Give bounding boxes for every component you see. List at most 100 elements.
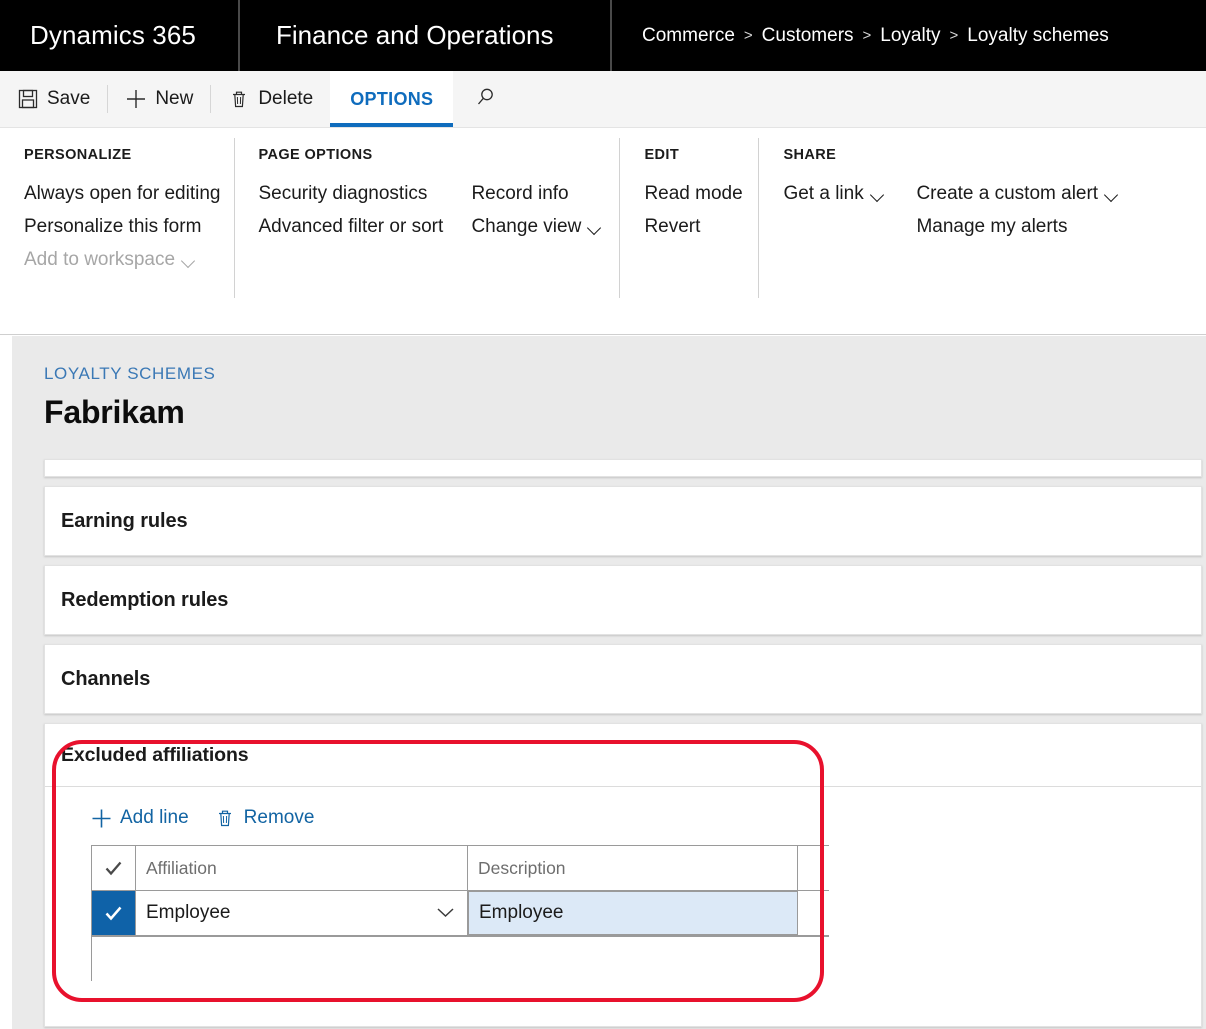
options-column: PERSONALIZE Always open for editing Pers… [24,147,220,334]
option-read-mode[interactable]: Read mode [644,177,758,210]
plus-icon [125,88,147,110]
add-line-button[interactable]: Add line [91,807,189,829]
options-group-heading: EDIT [644,147,758,163]
options-group-personalize: PERSONALIZE Always open for editing Pers… [0,128,220,334]
search-button[interactable] [453,71,519,127]
section-panels: Earning rules Redemption rules Channels … [44,459,1202,1027]
option-label: Create a custom alert [916,177,1098,210]
chevron-down-icon [1105,190,1120,199]
option-label: Revert [644,210,700,243]
option-record-info[interactable]: Record info [471,177,619,210]
cell-description[interactable]: Employee [468,891,798,935]
options-column: SHARE Get a link [783,147,916,334]
trash-icon [228,88,250,110]
options-group-edit: EDIT Read mode Revert [620,128,758,334]
section-channels[interactable]: Channels [44,644,1202,714]
select-all-checkbox[interactable] [92,846,136,890]
column-header-description[interactable]: Description [468,846,798,890]
cell-description-value: Employee [479,902,564,924]
action-toolbar: Save New Delete OPTIONS [0,71,1206,128]
column-header-affiliation[interactable]: Affiliation [136,846,468,890]
page-caption: LOYALTY SCHEMES [12,336,1206,384]
tab-options[interactable]: OPTIONS [330,71,453,127]
options-group-heading: PERSONALIZE [24,147,220,163]
section-header-label[interactable]: Excluded affiliations [45,724,1201,786]
option-label: Get a link [783,177,863,210]
panel-bottom-spacer [45,981,1201,1026]
delete-button[interactable]: Delete [211,71,330,127]
options-column: PAGE OPTIONS Security diagnostics Advanc… [258,147,471,334]
save-icon [17,88,39,110]
new-button[interactable]: New [108,71,210,127]
section-excluded-affiliations: Excluded affiliations Add line [44,723,1202,1027]
row-select-checkbox[interactable] [92,891,136,935]
grid-header-row: Affiliation Description [92,846,829,891]
chevron-down-icon [871,190,886,199]
section-header-label: Channels [45,645,1201,713]
main-content-area: LOYALTY SCHEMES Fabrikam Earning rules R… [12,336,1206,1029]
option-label: Add to workspace [24,243,175,276]
options-column-spacer [471,147,619,163]
option-create-a-custom-alert[interactable]: Create a custom alert [916,177,1120,210]
option-label: Read mode [644,177,742,210]
breadcrumb-item-customers[interactable]: Customers [762,25,854,47]
section-earning-rules[interactable]: Earning rules [44,486,1202,556]
cell-affiliation-value: Employee [146,902,231,924]
page-title: Fabrikam [12,384,1206,431]
options-column: Record info Change view [471,147,619,334]
breadcrumb-item-commerce[interactable]: Commerce [642,25,735,47]
app-name[interactable]: Finance and Operations [240,0,612,71]
excluded-affiliations-grid: Affiliation Description Employee [91,845,829,937]
option-get-a-link[interactable]: Get a link [783,177,916,210]
breadcrumb: Commerce > Customers > Loyalty > Loyalty… [612,0,1109,71]
save-button[interactable]: Save [0,71,107,127]
option-manage-my-alerts[interactable]: Manage my alerts [916,210,1120,243]
save-label: Save [47,88,90,110]
option-label: Always open for editing [24,177,220,210]
cell-affiliation[interactable]: Employee [136,891,468,935]
breadcrumb-item-loyalty[interactable]: Loyalty [880,25,940,47]
delete-label: Delete [258,88,313,110]
chevron-down-icon [182,256,197,265]
options-group-heading: PAGE OPTIONS [258,147,471,163]
option-personalize-this-form[interactable]: Personalize this form [24,210,220,243]
search-icon [474,85,498,114]
section-header-label: Earning rules [45,487,1201,555]
remove-label: Remove [244,807,315,829]
option-add-to-workspace[interactable]: Add to workspace [24,243,220,276]
remove-button[interactable]: Remove [215,807,315,829]
checkmark-icon [103,858,124,879]
checkmark-icon [103,903,124,924]
options-group-heading: SHARE [783,147,916,163]
option-revert[interactable]: Revert [644,210,758,243]
section-redemption-rules[interactable]: Redemption rules [44,565,1202,635]
option-advanced-filter-or-sort[interactable]: Advanced filter or sort [258,210,471,243]
new-label: New [155,88,193,110]
option-change-view[interactable]: Change view [471,210,619,243]
chevron-down-icon [588,223,603,232]
options-panel: PERSONALIZE Always open for editing Pers… [0,128,1206,335]
panel-stub-top [44,459,1202,477]
breadcrumb-item-loyalty-schemes[interactable]: Loyalty schemes [967,25,1109,47]
plus-icon [91,808,112,829]
options-column-spacer [916,147,1120,163]
option-always-open-for-editing[interactable]: Always open for editing [24,177,220,210]
table-row[interactable]: Employee Employee [92,891,829,936]
product-brand[interactable]: Dynamics 365 [0,0,240,71]
option-security-diagnostics[interactable]: Security diagnostics [258,177,471,210]
top-navigation-bar: Dynamics 365 Finance and Operations Comm… [0,0,1206,71]
option-label: Personalize this form [24,210,201,243]
breadcrumb-separator-icon: > [854,27,881,44]
grid-toolbar: Add line Remove [45,787,1201,845]
breadcrumb-separator-icon: > [735,27,762,44]
section-header-label: Redemption rules [45,566,1201,634]
option-label: Security diagnostics [258,177,427,210]
option-label: Record info [471,177,568,210]
options-column: Create a custom alert Manage my alerts [916,147,1120,334]
chevron-down-icon[interactable] [436,902,455,924]
option-label: Advanced filter or sort [258,210,443,243]
trash-icon [215,808,236,829]
options-group-share: SHARE Get a link Create a custom alert M… [759,128,1120,334]
add-line-label: Add line [120,807,189,829]
options-column: EDIT Read mode Revert [644,147,758,334]
